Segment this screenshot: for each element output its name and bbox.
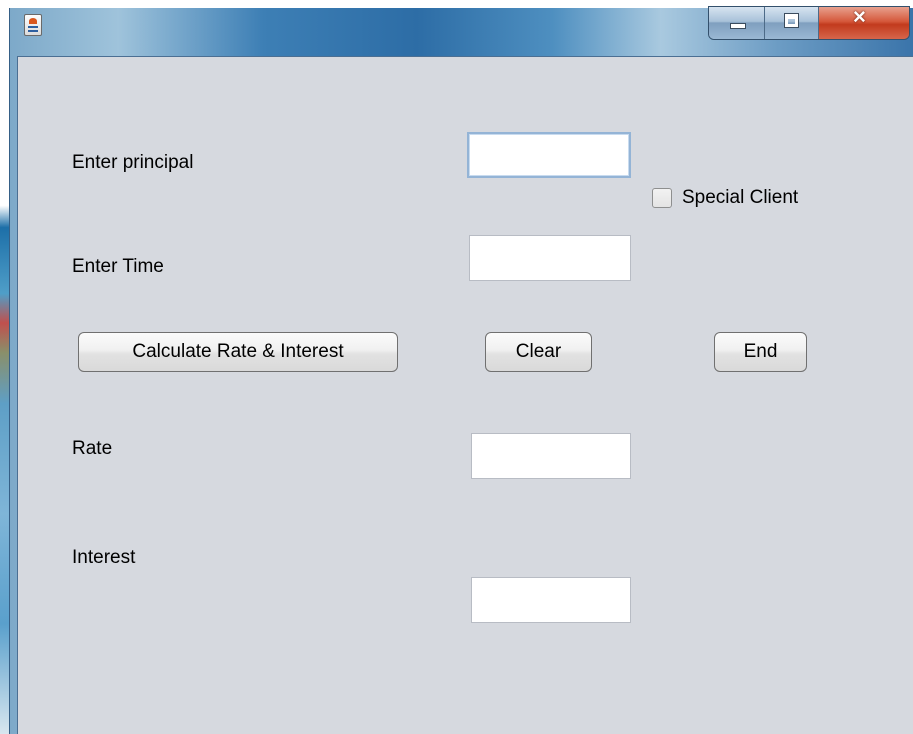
time-input[interactable] — [469, 235, 631, 281]
maximize-icon — [784, 13, 799, 28]
time-label: Enter Time — [72, 256, 164, 277]
title-bar[interactable]: × — [10, 6, 913, 52]
calculate-button[interactable]: Calculate Rate & Interest — [78, 332, 398, 372]
special-client-checkbox[interactable] — [652, 188, 672, 208]
special-client-label: Special Client — [682, 187, 799, 208]
app-window: × Enter principal Special Client Enter T… — [9, 6, 913, 734]
window-controls: × — [708, 6, 910, 40]
principal-input[interactable] — [467, 132, 631, 178]
interest-output[interactable] — [471, 577, 631, 623]
java-app-icon[interactable] — [24, 14, 42, 36]
close-icon: × — [853, 6, 866, 29]
screen: × Enter principal Special Client Enter T… — [0, 0, 913, 734]
minimize-icon — [730, 23, 746, 29]
end-button[interactable]: End — [714, 332, 807, 372]
rate-label: Rate — [72, 438, 113, 459]
rate-output[interactable] — [471, 433, 631, 479]
clear-button[interactable]: Clear — [485, 332, 592, 372]
special-client-checkbox-row[interactable]: Special Client — [652, 187, 798, 209]
maximize-button[interactable] — [765, 7, 819, 39]
interest-label: Interest — [72, 547, 136, 568]
desktop-background-edge — [0, 0, 9, 734]
form-panel: Enter principal Special Client Enter Tim… — [17, 56, 913, 734]
minimize-button[interactable] — [709, 7, 765, 39]
principal-label: Enter principal — [72, 152, 194, 173]
close-button[interactable]: × — [819, 7, 909, 39]
